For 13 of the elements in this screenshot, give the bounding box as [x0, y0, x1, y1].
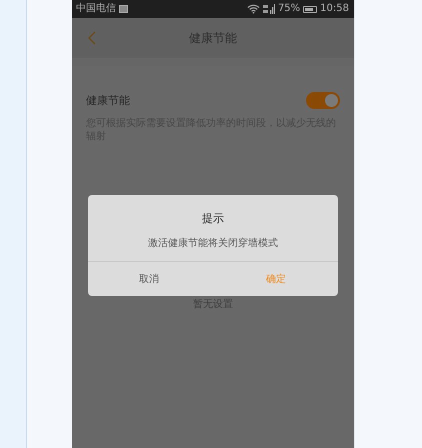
- battery-percent: 75%: [278, 3, 300, 15]
- clock-time: 10:58: [320, 3, 349, 15]
- toggle-switch[interactable]: [306, 92, 340, 109]
- battery-icon: [303, 6, 318, 12]
- dialog-message: 激活健康节能将关闭穿墙模式: [148, 236, 278, 250]
- carrier-name: 中国电信: [76, 3, 116, 15]
- setting-label: 健康节能: [86, 93, 130, 108]
- signal-icon: [262, 4, 275, 14]
- dialog-title: 提示: [202, 211, 224, 226]
- wifi-icon: [246, 4, 260, 14]
- image-icon: [119, 5, 128, 13]
- back-icon[interactable]: [88, 31, 96, 45]
- cancel-button[interactable]: 取消: [88, 262, 212, 296]
